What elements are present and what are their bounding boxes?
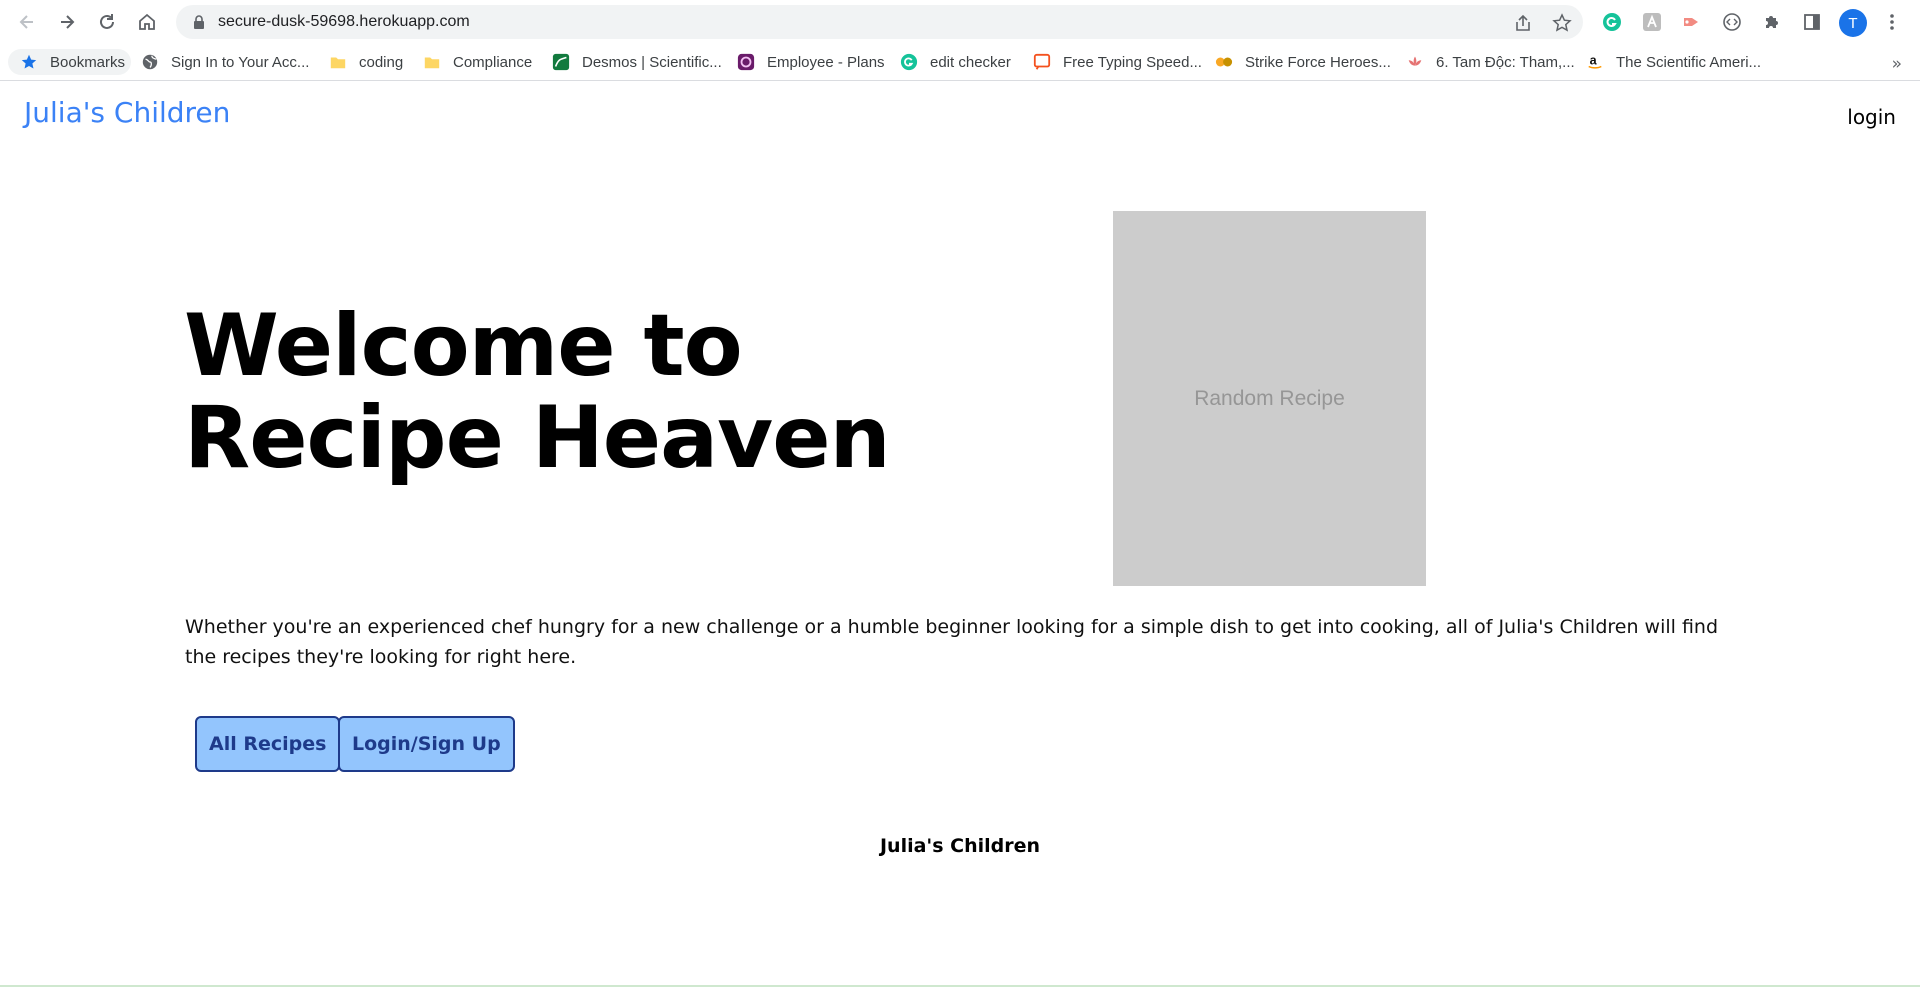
bookmark-label: Strike Force Heroes... bbox=[1245, 53, 1391, 71]
site-brand-link[interactable]: Julia's Children bbox=[24, 96, 230, 129]
bookmark-label: Sign In to Your Acc... bbox=[171, 53, 310, 71]
site-navbar: Julia's Children login bbox=[0, 82, 1920, 152]
bookmark-label: The Scientific Ameri... bbox=[1616, 53, 1762, 71]
bookmark-item[interactable]: Sign In to Your Acc... bbox=[141, 49, 309, 75]
translate-extension[interactable] bbox=[1640, 10, 1664, 34]
arrow-left-icon bbox=[19, 15, 33, 29]
footer-brand: Julia's Children bbox=[879, 835, 1041, 857]
browser-toolbar: secure-dusk-59698.herokuapp.com T bbox=[0, 0, 1920, 44]
all-recipes-button[interactable]: All Recipes bbox=[195, 716, 341, 772]
more-bookmarks-button[interactable]: » bbox=[1892, 54, 1902, 74]
address-bar[interactable]: secure-dusk-59698.herokuapp.com bbox=[176, 5, 1583, 39]
code-extension[interactable] bbox=[1720, 10, 1744, 34]
circle-code-icon bbox=[1723, 13, 1741, 31]
bookmark-item[interactable]: Free Typing Speed... bbox=[1033, 49, 1202, 75]
bookmark-item[interactable]: Desmos | Scientific... bbox=[552, 49, 722, 75]
home-button[interactable] bbox=[133, 8, 161, 36]
star-icon bbox=[20, 53, 38, 71]
bookmark-label: coding bbox=[359, 53, 404, 71]
hero-title-line: Welcome to bbox=[184, 296, 743, 396]
home-icon bbox=[139, 13, 155, 30]
typing-test-icon bbox=[1033, 53, 1051, 71]
random-recipe-image[interactable]: Random Recipe bbox=[1113, 211, 1426, 586]
bookmark-item[interactable]: Strike Force Heroes... bbox=[1215, 49, 1391, 75]
lotus-icon bbox=[1406, 53, 1424, 71]
share-icon[interactable] bbox=[1513, 13, 1533, 33]
grammarly-icon bbox=[900, 53, 918, 71]
back-button[interactable] bbox=[13, 8, 41, 36]
kebab-menu-icon bbox=[1890, 14, 1894, 30]
bookmark-item[interactable]: coding bbox=[329, 49, 403, 75]
bookmark-item[interactable]: 6. Tam Độc: Tham,... bbox=[1406, 49, 1575, 75]
hero-title: Welcome to Recipe Heaven bbox=[184, 300, 904, 484]
translate-icon bbox=[1643, 13, 1661, 31]
employee-plans-icon bbox=[737, 53, 755, 71]
puzzle-icon bbox=[1766, 16, 1778, 28]
arrow-extension-icon bbox=[1684, 18, 1698, 26]
forward-button[interactable] bbox=[53, 8, 81, 36]
url-text[interactable]: secure-dusk-59698.herokuapp.com bbox=[218, 13, 470, 31]
reload-icon bbox=[100, 14, 114, 29]
grammarly-icon bbox=[1603, 13, 1621, 31]
folder-icon bbox=[329, 53, 347, 71]
globe-icon bbox=[141, 53, 159, 71]
bookmark-label: Compliance bbox=[453, 53, 533, 71]
grammarly-extension[interactable] bbox=[1600, 10, 1624, 34]
bookmark-label: Employee - Plans bbox=[767, 53, 885, 71]
menu-button[interactable] bbox=[1880, 10, 1904, 34]
page-bottom-divider bbox=[0, 985, 1920, 987]
amazon-icon: a bbox=[1586, 53, 1604, 71]
reload-button[interactable] bbox=[93, 8, 121, 36]
pink-extension[interactable] bbox=[1680, 10, 1704, 34]
profile-avatar[interactable]: T bbox=[1839, 9, 1867, 37]
extensions-button[interactable] bbox=[1760, 10, 1784, 34]
bookmark-label: 6. Tam Độc: Tham,... bbox=[1436, 53, 1575, 71]
random-recipe-placeholder-text: Random Recipe bbox=[1194, 386, 1345, 410]
bookmark-label: edit checker bbox=[930, 53, 1011, 71]
bookmark-star-icon[interactable] bbox=[1552, 13, 1572, 33]
side-panel-button[interactable] bbox=[1800, 10, 1824, 34]
arrow-right-icon bbox=[61, 15, 75, 29]
lock-icon bbox=[194, 15, 204, 29]
side-panel-icon bbox=[1804, 14, 1820, 30]
bookmark-item[interactable]: Bookmarks bbox=[8, 49, 132, 75]
bookmarks-bar: Bookmarks Sign In to Your Acc... coding … bbox=[0, 44, 1920, 81]
bookmark-label: Bookmarks bbox=[50, 53, 126, 71]
bookmark-item[interactable]: Employee - Plans bbox=[737, 49, 885, 75]
desmos-icon bbox=[552, 53, 570, 71]
login-link[interactable]: login bbox=[1847, 105, 1896, 129]
bookmark-label: Desmos | Scientific... bbox=[582, 53, 722, 71]
intro-paragraph: Whether you're an experienced chef hungr… bbox=[185, 616, 1719, 668]
bookmark-label: Free Typing Speed... bbox=[1063, 53, 1202, 71]
bookmark-item[interactable]: a The Scientific Ameri... bbox=[1586, 49, 1761, 75]
hero-title-line: Recipe Heaven bbox=[184, 388, 891, 488]
game-icon bbox=[1215, 53, 1233, 71]
bookmark-item[interactable]: edit checker bbox=[900, 49, 1011, 75]
folder-icon bbox=[423, 53, 441, 71]
bookmark-item[interactable]: Compliance bbox=[423, 49, 532, 75]
login-signup-button[interactable]: Login/Sign Up bbox=[338, 716, 515, 772]
svg-text:a: a bbox=[1590, 54, 1598, 68]
